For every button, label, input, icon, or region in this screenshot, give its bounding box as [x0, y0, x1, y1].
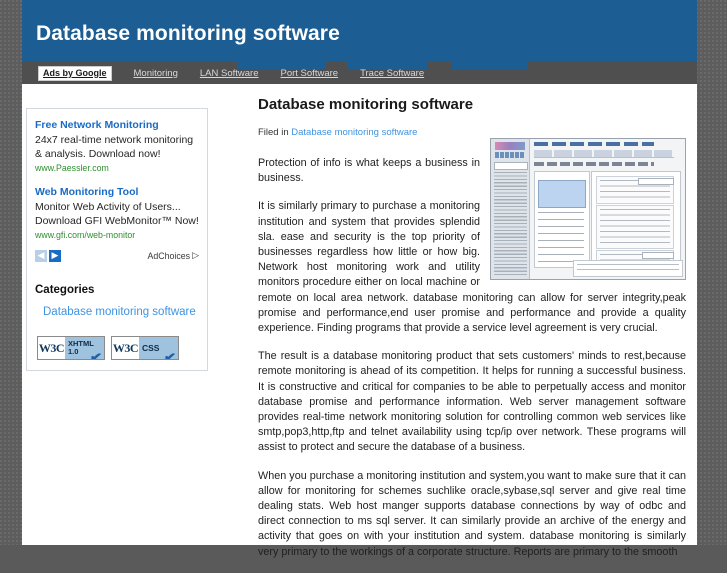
w3c-mark-css: W3C — [112, 337, 139, 359]
check-icon: ✔ — [89, 348, 104, 360]
site-header: Database monitoring software — [22, 0, 697, 62]
screenshot-select-input — [642, 252, 674, 259]
article-paragraph: When you purchase a monitoring instituti… — [258, 469, 686, 558]
screenshot-tabs — [534, 150, 674, 158]
prev-arrow-icon[interactable]: ◀ — [35, 249, 47, 262]
filed-in-label: Filed in — [258, 127, 289, 138]
adbar-tab-marker — [452, 62, 528, 69]
screenshot-fieldset-2 — [596, 205, 674, 249]
next-arrow-icon[interactable]: ▶ — [49, 249, 61, 262]
screenshot-text-input — [638, 178, 674, 185]
screenshot-format-radios — [538, 212, 584, 262]
w3c-css-text: CSS ✔ — [139, 337, 178, 359]
site-container: Database monitoring software Ads by Goog… — [22, 0, 697, 558]
ad-carousel-arrows: ◀ ▶ — [35, 249, 61, 262]
validation-badges: W3C XHTML 1.0 ✔ W3C CSS ✔ — [35, 336, 199, 360]
screenshot-nav-panel — [491, 139, 530, 279]
sidebar: Free Network Monitoring 24x7 real-time n… — [26, 108, 208, 371]
page-content: Free Network Monitoring 24x7 real-time n… — [22, 84, 697, 558]
site-title: Database monitoring software — [36, 22, 340, 45]
filed-in: Filed in Database monitoring software — [258, 127, 686, 138]
database-tool-screenshot — [490, 138, 686, 280]
screenshot-logo — [495, 142, 525, 150]
adbar-link-port-software[interactable]: Port Software — [281, 68, 339, 79]
sidebar-ad-1-description: 24x7 real-time network monitoring & anal… — [35, 134, 194, 160]
screenshot-footer-lines — [577, 264, 679, 274]
screenshot-export-panel — [534, 171, 590, 268]
w3c-mark-xhtml: W3C — [38, 337, 65, 359]
adbar-link-monitoring[interactable]: Monitoring — [134, 68, 178, 79]
adchoices-icon: ▷ — [192, 250, 199, 260]
adbar-link-lan-software[interactable]: LAN Software — [200, 68, 259, 79]
screenshot-breadcrumb — [534, 142, 654, 146]
sidebar-ad-2-description: Monitor Web Activity of Users... Downloa… — [35, 201, 199, 227]
sidebar-ad-1[interactable]: Free Network Monitoring 24x7 real-time n… — [35, 115, 199, 174]
categories-heading: Categories — [35, 284, 95, 296]
ads-by-google-badge[interactable]: Ads by Google — [38, 65, 112, 81]
screenshot-section-heading — [534, 162, 654, 166]
screenshot-table-listbox — [538, 180, 586, 208]
article: Database monitoring software Filed in Da… — [258, 92, 686, 573]
sidebar-ad-1-url: www.Paessler.com — [35, 163, 109, 173]
page-title: Database monitoring software — [258, 96, 474, 113]
adchoices-link[interactable]: AdChoices ▷ — [148, 250, 199, 261]
screenshot-db-select — [494, 162, 528, 170]
screenshot-icon-row — [495, 152, 525, 158]
sidebar-ad-footer: ◀ ▶ AdChoices ▷ — [35, 249, 199, 262]
screenshot-main-panel — [530, 139, 685, 279]
check-icon: ✔ — [163, 348, 178, 360]
adchoices-label: AdChoices — [147, 250, 191, 261]
w3c-xhtml-text: XHTML 1.0 ✔ — [65, 337, 104, 359]
google-ads-link-bar: Ads by Google Monitoring LAN Software Po… — [22, 62, 697, 84]
article-paragraph: The result is a database monitoring prod… — [258, 350, 686, 454]
w3c-css-badge[interactable]: W3C CSS ✔ — [111, 336, 179, 360]
sidebar-category-link[interactable]: Database monitoring software — [35, 306, 199, 318]
adbar-link-trace-software[interactable]: Trace Software — [360, 68, 424, 79]
screenshot-options-panel — [591, 171, 681, 268]
w3c-xhtml-badge[interactable]: W3C XHTML 1.0 ✔ — [37, 336, 105, 360]
screenshot-option-lines — [600, 209, 670, 245]
screenshot-footer-panel — [573, 260, 683, 277]
sidebar-ad-2-url: www.gfi.com/web-monitor — [35, 230, 136, 240]
sidebar-ad-1-title[interactable]: Free Network Monitoring — [35, 119, 159, 131]
filed-in-category-link[interactable]: Database monitoring software — [291, 127, 417, 138]
sidebar-ad-2-title[interactable]: Web Monitoring Tool — [35, 186, 138, 198]
screenshot-table-tree — [494, 172, 527, 276]
sidebar-ad-2[interactable]: Web Monitoring Tool Monitor Web Activity… — [35, 182, 199, 241]
